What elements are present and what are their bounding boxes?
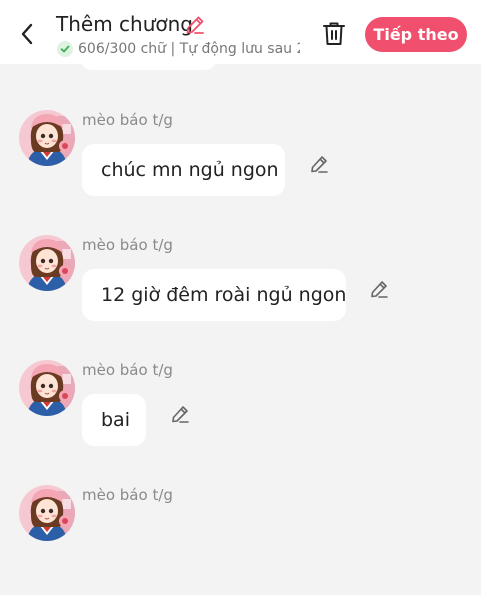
save-status: 606/300 chữ | Tự động lưu sau 2 [57,39,300,59]
status-text: 606/300 chữ | Tự động lưu sau 2 [78,41,300,57]
back-button[interactable] [14,20,40,48]
edit-title-button[interactable] [184,14,206,41]
avatar[interactable] [19,360,75,416]
sender-name: mèo báo t/g [82,361,173,379]
message-item: mèo báo t/g 12 giờ đêm roài ngủ ngon [0,235,481,345]
top-bar: Thêm chương 606/300 chữ | Tự động lưu sa… [0,0,481,64]
next-button[interactable]: Tiếp theo [365,17,467,52]
pencil-icon [311,156,328,173]
pencil-icon [186,16,204,34]
avatar[interactable] [19,485,75,541]
message-item: mèo báo t/g chúc mn ngủ ngon [0,110,481,220]
edit-message-button[interactable] [369,279,389,304]
delete-button[interactable] [322,21,346,52]
sender-name: mèo báo t/g [82,486,173,504]
edit-message-button[interactable] [309,154,329,179]
message-bubble[interactable]: 12 giờ đêm roài ngủ ngon [82,269,346,321]
edit-message-button[interactable] [170,404,190,429]
message-bubble[interactable]: bai [82,394,146,446]
avatar[interactable] [19,110,75,166]
sender-name: mèo báo t/g [82,236,173,254]
message-bubble[interactable]: chúc mn ngủ ngon [82,144,285,196]
check-circle-icon [57,41,73,57]
pencil-icon [172,406,189,423]
message-item: mèo báo t/g bai [0,360,481,470]
avatar[interactable] [19,235,75,291]
sender-name: mèo báo t/g [82,111,173,129]
pencil-icon [371,281,388,298]
trash-icon [323,22,345,45]
page-title: Thêm chương [56,12,193,36]
chevron-left-icon [21,23,33,45]
